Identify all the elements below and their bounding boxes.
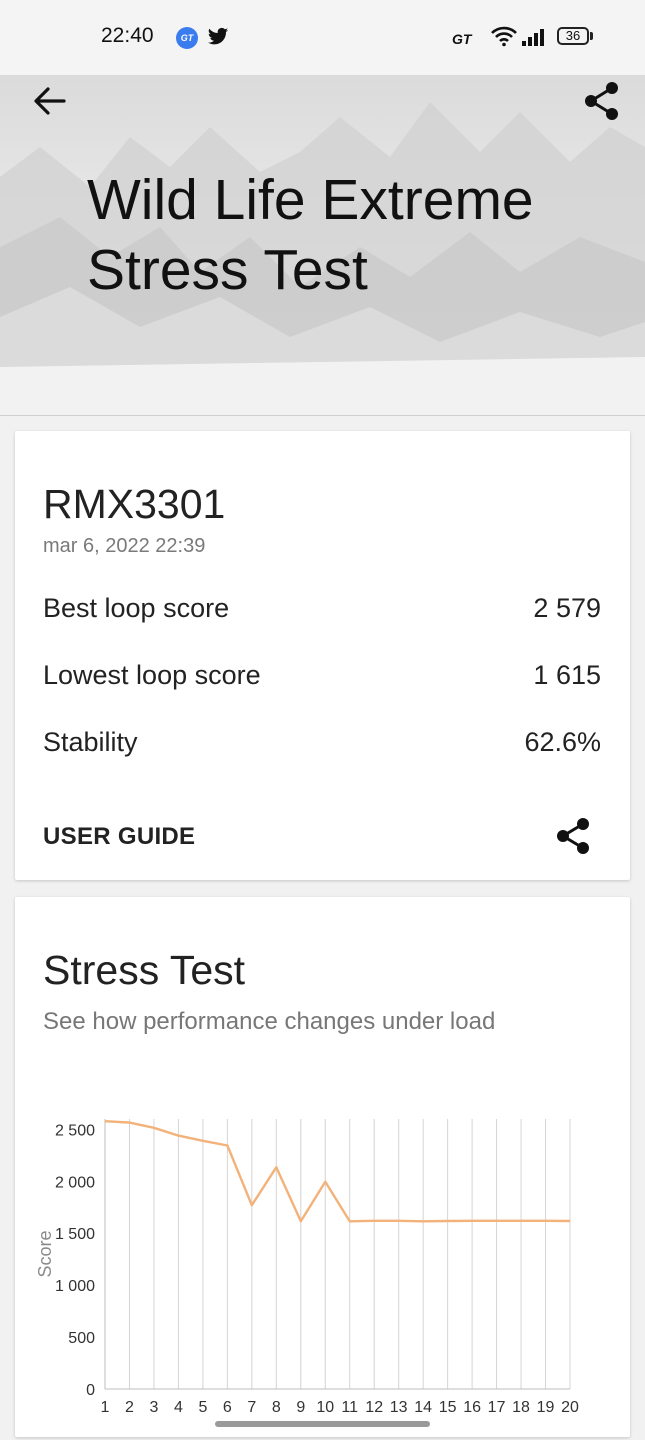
page-title: Wild Life Extreme Stress Test bbox=[87, 168, 534, 302]
share-icon[interactable] bbox=[554, 816, 594, 856]
battery-cap bbox=[590, 32, 593, 40]
chart-y-tick-label: 1 000 bbox=[55, 1278, 95, 1295]
device-name: RMX3301 bbox=[43, 481, 226, 527]
stability-label: Stability bbox=[43, 727, 138, 757]
chart-x-tick-label: 7 bbox=[247, 1399, 256, 1416]
chart-y-tick-label: 500 bbox=[68, 1330, 95, 1347]
lowest-loop-score-label: Lowest loop score bbox=[43, 660, 261, 690]
gt-mode-icon: GT bbox=[452, 31, 472, 47]
lowest-loop-score-value: 1 615 bbox=[533, 660, 601, 690]
chart-x-tick-label: 1 bbox=[101, 1399, 110, 1416]
chart-x-tick-label: 4 bbox=[174, 1399, 183, 1416]
twitter-icon bbox=[207, 27, 229, 45]
chart-x-tick-label: 11 bbox=[341, 1399, 358, 1416]
back-arrow-icon[interactable] bbox=[30, 83, 70, 119]
chart-x-tick-label: 12 bbox=[365, 1399, 383, 1416]
result-card: RMX3301 mar 6, 2022 22:39 Best loop scor… bbox=[15, 431, 630, 880]
home-indicator[interactable] bbox=[215, 1421, 430, 1427]
stress-test-title: Stress Test bbox=[43, 947, 246, 993]
chart-x-tick-label: 16 bbox=[463, 1399, 481, 1416]
chart-y-tick-label: 2 500 bbox=[55, 1122, 95, 1139]
stress-test-chart: 05001 0001 5002 0002 500Score1 2 3 4 5 6 7 8 9 10… bbox=[35, 1119, 579, 1416]
chart-x-tick-label: 17 bbox=[488, 1399, 506, 1416]
chart-x-tick-label: 5 bbox=[198, 1399, 207, 1416]
best-loop-score-label: Best loop score bbox=[43, 593, 230, 623]
stress-test-subtitle: See how performance changes under load bbox=[43, 1008, 496, 1035]
chart-x-tick-label: 6 bbox=[223, 1399, 232, 1416]
chart-x-tick-label: 9 bbox=[296, 1399, 305, 1416]
chart-x-tick-label: 15 bbox=[439, 1399, 457, 1416]
result-date: mar 6, 2022 22:39 bbox=[43, 535, 206, 557]
signal-icon bbox=[522, 29, 544, 46]
chart-x-tick-label: 10 bbox=[316, 1399, 334, 1416]
chart-y-tick-label: 2 000 bbox=[55, 1174, 95, 1191]
wifi-icon bbox=[491, 26, 517, 47]
chart-x-tick-label: 2 bbox=[125, 1399, 134, 1416]
chart-x-tick-label: 20 bbox=[561, 1399, 579, 1416]
user-guide-button[interactable]: USER GUIDE bbox=[43, 823, 195, 851]
chart-y-axis-label: Score bbox=[35, 1230, 55, 1277]
chart-y-tick-label: 1 500 bbox=[55, 1226, 95, 1243]
battery-icon: 36 bbox=[557, 27, 589, 45]
chart-x-tick-label: 19 bbox=[537, 1399, 555, 1416]
stress-test-card: Stress Test See how performance changes … bbox=[15, 897, 630, 1437]
chart-x-tick-label: 18 bbox=[512, 1399, 530, 1416]
share-icon[interactable] bbox=[582, 80, 622, 122]
chart-y-tick-label: 0 bbox=[86, 1382, 95, 1399]
stability-value: 62.6% bbox=[524, 727, 601, 757]
best-loop-score-value: 2 579 bbox=[533, 593, 601, 623]
status-bar: 22:40 GT GT 36 bbox=[0, 0, 645, 75]
chart-x-tick-label: 3 bbox=[149, 1399, 158, 1416]
gt-app-icon: GT bbox=[176, 27, 198, 49]
chart-x-tick-label: 14 bbox=[414, 1399, 432, 1416]
status-time: 22:40 bbox=[101, 24, 154, 47]
chart-x-tick-label: 13 bbox=[390, 1399, 408, 1416]
chart-series-line bbox=[104, 1120, 571, 1223]
chart-x-tick-label: 8 bbox=[272, 1399, 281, 1416]
